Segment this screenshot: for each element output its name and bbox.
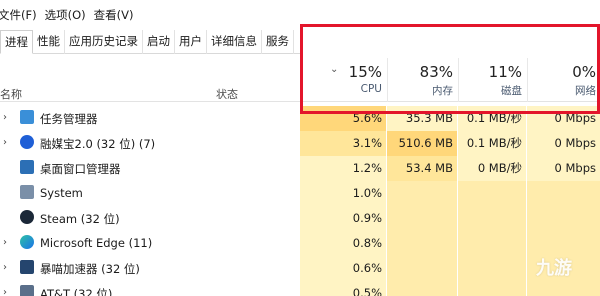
disk-label: 磁盘: [501, 85, 522, 97]
table-row[interactable]: › AT&T (32 位) 0.5%: [0, 281, 600, 296]
process-name: Microsoft Edge (11): [40, 236, 153, 250]
tab-performance[interactable]: 性能: [33, 30, 65, 54]
column-status[interactable]: 状态: [216, 86, 238, 102]
expand-chevron-icon[interactable]: ›: [3, 237, 11, 248]
memory-value: [387, 181, 457, 206]
expand-chevron-icon[interactable]: ›: [3, 262, 11, 273]
network-value: [527, 181, 600, 206]
menu-bar: 文件(F) 选项(O) 查看(V): [0, 6, 141, 24]
disk-value: [458, 281, 526, 296]
tab-app-history[interactable]: 应用历史记录: [65, 30, 143, 54]
cpu-value: 0.9%: [300, 206, 386, 231]
tab-startup[interactable]: 启动: [143, 30, 175, 54]
memory-value: [387, 206, 457, 231]
memory-value: 510.6 MB: [387, 131, 457, 156]
process-name: System: [40, 186, 83, 200]
cpu-value: 3.1%: [300, 131, 386, 156]
column-memory[interactable]: 83% 内存: [387, 58, 457, 102]
disk-value: 0.1 MB/秒: [458, 106, 526, 131]
process-list: › 任务管理器 5.6% 35.3 MB 0.1 MB/秒 0 Mbps › 融…: [0, 106, 600, 296]
edge-icon: [20, 235, 34, 249]
accelerator-icon: [20, 260, 34, 274]
tab-services[interactable]: 服务: [262, 30, 294, 54]
column-name[interactable]: 名称: [0, 86, 22, 102]
network-value: [527, 281, 600, 296]
system-icon: [20, 185, 34, 199]
media-app-icon: [20, 135, 34, 149]
disk-total: 11%: [488, 63, 522, 81]
cpu-label: CPU: [360, 83, 382, 95]
network-value: 0 Mbps: [527, 156, 600, 181]
cpu-value: 1.2%: [300, 156, 386, 181]
cpu-value: 0.5%: [300, 281, 386, 296]
network-value: [527, 231, 600, 256]
table-row[interactable]: System 1.0%: [0, 181, 600, 206]
network-total: 0%: [572, 63, 596, 81]
memory-value: [387, 256, 457, 281]
disk-value: [458, 206, 526, 231]
cpu-value: 5.6%: [300, 106, 386, 131]
disk-value: [458, 181, 526, 206]
memory-value: 35.3 MB: [387, 106, 457, 131]
network-value: [527, 206, 600, 231]
column-header: 名称 状态 ⌄ 15% CPU 83% 内存 11% 磁盘 0% 网络: [0, 58, 600, 102]
column-cpu[interactable]: 15% CPU: [300, 58, 386, 102]
process-name: 暴喵加速器 (32 位): [40, 262, 140, 276]
site-watermark: 九游: [536, 258, 572, 279]
memory-value: [387, 281, 457, 296]
column-network[interactable]: 0% 网络: [527, 58, 600, 102]
memory-total: 83%: [419, 63, 453, 81]
menu-file[interactable]: 文件(F): [0, 7, 37, 23]
cpu-value: 1.0%: [300, 181, 386, 206]
tab-bar: 进程 性能 应用历史记录 启动 用户 详细信息 服务: [0, 30, 300, 54]
process-name: Steam (32 位): [40, 212, 120, 226]
cpu-value: 0.8%: [300, 231, 386, 256]
process-name: 融媒宝2.0 (32 位) (7): [40, 137, 156, 151]
cpu-value: 0.6%: [300, 256, 386, 281]
disk-value: 0 MB/秒: [458, 156, 526, 181]
cpu-total: 15%: [348, 63, 382, 81]
memory-value: [387, 231, 457, 256]
att-icon: [20, 285, 34, 296]
memory-value: 53.4 MB: [387, 156, 457, 181]
expand-chevron-icon[interactable]: ›: [3, 287, 11, 296]
table-row[interactable]: › Microsoft Edge (11) 0.8%: [0, 231, 600, 256]
table-row[interactable]: Steam (32 位) 0.9%: [0, 206, 600, 231]
disk-value: [458, 231, 526, 256]
menu-options[interactable]: 选项(O): [45, 7, 86, 23]
expand-chevron-icon[interactable]: ›: [3, 137, 11, 148]
disk-value: [458, 256, 526, 281]
network-value: 0 Mbps: [527, 131, 600, 156]
network-value: 0 Mbps: [527, 106, 600, 131]
steam-icon: [20, 210, 34, 224]
process-name: 桌面窗口管理器: [40, 162, 121, 176]
process-name: AT&T (32 位): [40, 287, 113, 296]
tab-details[interactable]: 详细信息: [207, 30, 262, 54]
table-row[interactable]: 桌面窗口管理器 1.2% 53.4 MB 0 MB/秒 0 Mbps: [0, 156, 600, 181]
table-row[interactable]: › 融媒宝2.0 (32 位) (7) 3.1% 510.6 MB 0.1 MB…: [0, 131, 600, 156]
column-disk[interactable]: 11% 磁盘: [458, 58, 526, 102]
process-name: 任务管理器: [40, 112, 98, 126]
desktop-window-manager-icon: [20, 160, 34, 174]
menu-view[interactable]: 查看(V): [94, 7, 134, 23]
task-manager-icon: [20, 110, 34, 124]
network-label: 网络: [575, 85, 596, 97]
tab-processes[interactable]: 进程: [0, 30, 33, 54]
disk-value: 0.1 MB/秒: [458, 131, 526, 156]
expand-chevron-icon[interactable]: ›: [3, 112, 11, 123]
table-row[interactable]: › 任务管理器 5.6% 35.3 MB 0.1 MB/秒 0 Mbps: [0, 106, 600, 131]
table-row[interactable]: › 暴喵加速器 (32 位) 0.6%: [0, 256, 600, 281]
tab-users[interactable]: 用户: [175, 30, 207, 54]
memory-label: 内存: [432, 85, 453, 97]
